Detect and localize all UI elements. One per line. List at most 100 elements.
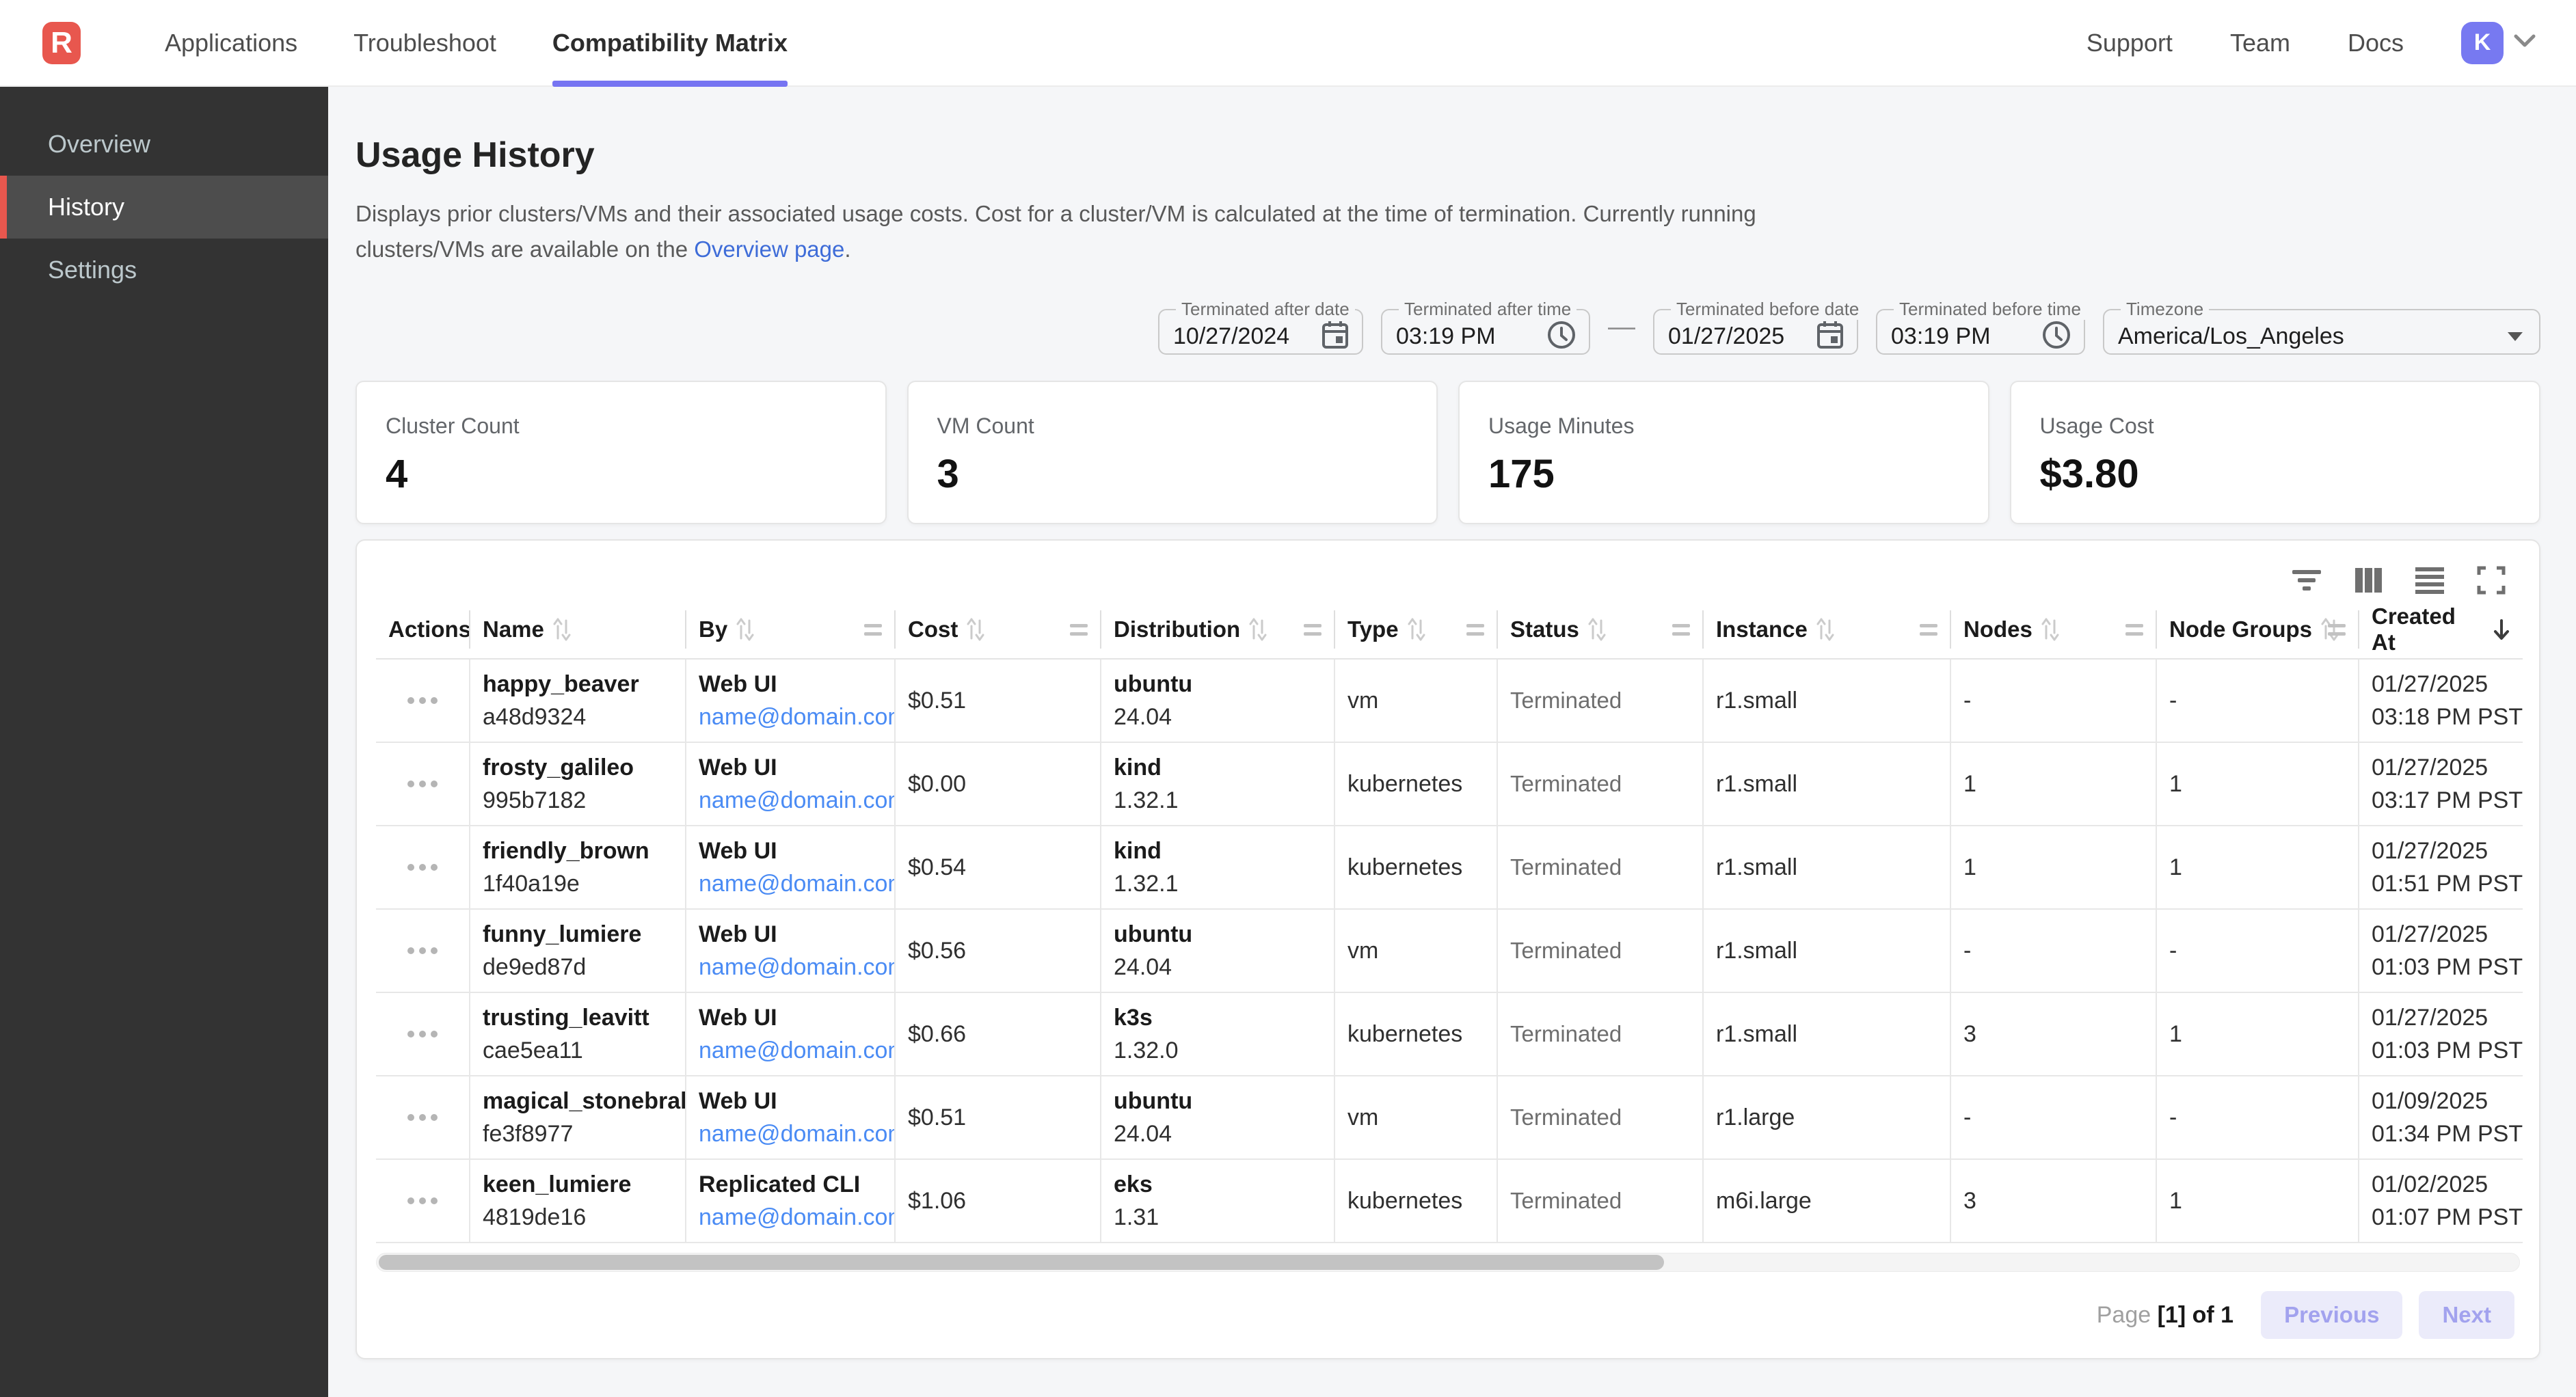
row-actions-button[interactable] <box>401 1191 444 1211</box>
support-link[interactable]: Support <box>2087 29 2173 57</box>
created-by-source: Web UI <box>699 1085 882 1117</box>
cell-actions <box>376 743 470 825</box>
column-menu-icon[interactable] <box>2328 624 2346 636</box>
terminated-after-time-value[interactable]: 03:19 PM <box>1396 323 1496 350</box>
previous-button[interactable]: Previous <box>2261 1291 2402 1339</box>
scrollbar-thumb[interactable] <box>379 1255 1664 1270</box>
column-menu-icon[interactable] <box>1466 624 1484 636</box>
timezone-value[interactable]: America/Los_Angeles <box>2118 323 2344 350</box>
calendar-icon[interactable] <box>1321 320 1350 353</box>
calendar-icon[interactable] <box>1816 320 1844 353</box>
type-value: vm <box>1347 934 1484 967</box>
horizontal-scrollbar[interactable] <box>376 1253 2520 1272</box>
overview-page-link[interactable]: Overview page <box>694 236 844 262</box>
cell-type: vm <box>1335 910 1498 992</box>
sidebar-item-history[interactable]: History <box>0 176 328 239</box>
row-actions-button[interactable] <box>401 690 444 711</box>
column-menu-icon[interactable] <box>1304 624 1321 636</box>
sidebar-item-settings[interactable]: Settings <box>0 239 328 301</box>
column-header-name[interactable]: Name <box>470 601 686 658</box>
column-header-created-at[interactable]: Created At <box>2359 601 2523 658</box>
node-groups-value: - <box>2169 934 2346 967</box>
column-header-type[interactable]: Type <box>1335 601 1498 658</box>
table-header-row: Actions Name ByCostDistribution Type Status I… <box>376 601 2523 660</box>
column-label: Instance <box>1716 616 1808 642</box>
table-row: friendly_brown 1f40a19e Web UI name@doma… <box>376 826 2523 910</box>
tab-compatibility-matrix[interactable]: Compatibility Matrix <box>524 0 816 85</box>
row-actions-button[interactable] <box>401 1107 444 1128</box>
fullscreen-icon[interactable] <box>2475 564 2508 597</box>
team-link[interactable]: Team <box>2230 29 2290 57</box>
created-date: 01/27/2025 <box>2372 835 2510 867</box>
created-by-email-link[interactable]: name@domain.com <box>699 1201 882 1234</box>
dropdown-caret-icon[interactable] <box>2508 332 2523 341</box>
cell-actions <box>376 660 470 742</box>
column-menu-icon[interactable] <box>864 624 882 636</box>
instance-value: r1.large <box>1716 1101 1937 1134</box>
status-badge: Terminated <box>1510 938 1690 964</box>
table-row: frosty_galileo 995b7182 Web UI name@doma… <box>376 743 2523 826</box>
column-menu-icon[interactable] <box>1070 624 1088 636</box>
sort-arrows-icon <box>966 618 985 641</box>
created-by-email-link[interactable]: name@domain.com <box>699 867 882 900</box>
terminated-after-date-field[interactable]: Terminated after date 10/27/2024 <box>1158 299 1363 355</box>
created-by-email-link[interactable]: name@domain.com <box>699 1034 882 1067</box>
column-header-node-groups[interactable]: Node Groups <box>2157 601 2359 658</box>
distribution-name: ubuntu <box>1114 1085 1321 1117</box>
created-by-email-link[interactable]: name@domain.com <box>699 784 882 817</box>
column-header-instance[interactable]: Instance <box>1704 601 1951 658</box>
distribution-name: ubuntu <box>1114 668 1321 701</box>
columns-icon[interactable] <box>2352 564 2385 597</box>
status-badge: Terminated <box>1510 688 1690 714</box>
column-header-actions[interactable]: Actions <box>376 601 470 658</box>
terminated-before-time-field[interactable]: Terminated before time 03:19 PM <box>1876 299 2085 355</box>
column-label: Status <box>1510 616 1579 642</box>
cell-nodes: - <box>1951 660 2157 742</box>
density-icon[interactable] <box>2413 564 2446 597</box>
next-button[interactable]: Next <box>2419 1291 2514 1339</box>
column-label: Actions <box>388 616 471 642</box>
clock-icon[interactable] <box>1546 320 1577 353</box>
row-actions-button[interactable] <box>401 1024 444 1044</box>
column-header-status[interactable]: Status <box>1498 601 1704 658</box>
brand-logo[interactable]: R <box>42 22 81 64</box>
tab-applications[interactable]: Applications <box>137 0 325 85</box>
terminated-before-date-value[interactable]: 01/27/2025 <box>1668 323 1784 350</box>
column-label: Type <box>1347 616 1399 642</box>
column-menu-icon[interactable] <box>1920 624 1937 636</box>
chevron-down-icon[interactable] <box>2513 33 2536 52</box>
filter-icon[interactable] <box>2290 564 2323 597</box>
clock-icon[interactable] <box>2041 320 2071 353</box>
distribution-version: 24.04 <box>1114 701 1321 733</box>
cell-by: Web UI name@domain.com <box>686 1076 896 1158</box>
sidebar-item-overview[interactable]: Overview <box>0 113 328 176</box>
created-by-email-link[interactable]: name@domain.com <box>699 701 882 733</box>
type-value: kubernetes <box>1347 851 1484 884</box>
row-actions-button[interactable] <box>401 940 444 961</box>
column-label: Node Groups <box>2169 616 2312 642</box>
column-menu-icon[interactable] <box>2125 624 2143 636</box>
row-actions-button[interactable] <box>401 857 444 878</box>
tab-troubleshoot[interactable]: Troubleshoot <box>325 0 524 85</box>
column-menu-icon[interactable] <box>1672 624 1690 636</box>
terminated-after-date-value[interactable]: 10/27/2024 <box>1173 323 1289 350</box>
sort-arrows-icon <box>552 618 572 641</box>
terminated-after-time-field[interactable]: Terminated after time 03:19 PM <box>1381 299 1590 355</box>
created-by-email-link[interactable]: name@domain.com <box>699 951 882 984</box>
terminated-before-date-field[interactable]: Terminated before date 01/27/2025 <box>1653 299 1858 355</box>
column-header-nodes[interactable]: Nodes <box>1951 601 2157 658</box>
column-header-distribution[interactable]: Distribution <box>1101 601 1335 658</box>
docs-link[interactable]: Docs <box>2348 29 2404 57</box>
created-by-source: Web UI <box>699 835 882 867</box>
page-indicator: Page [1] of 1 <box>2097 1302 2233 1329</box>
terminated-before-time-value[interactable]: 03:19 PM <box>1891 323 1991 350</box>
created-by-email-link[interactable]: name@domain.com <box>699 1117 882 1150</box>
row-actions-button[interactable] <box>401 774 444 794</box>
avatar[interactable]: K <box>2461 22 2504 64</box>
cell-actions <box>376 1076 470 1158</box>
column-header-cost[interactable]: Cost <box>896 601 1101 658</box>
cell-distribution: ubuntu 24.04 <box>1101 1076 1335 1158</box>
column-label: Name <box>483 616 544 642</box>
timezone-select[interactable]: Timezone America/Los_Angeles <box>2103 299 2540 355</box>
column-header-by[interactable]: By <box>686 601 896 658</box>
